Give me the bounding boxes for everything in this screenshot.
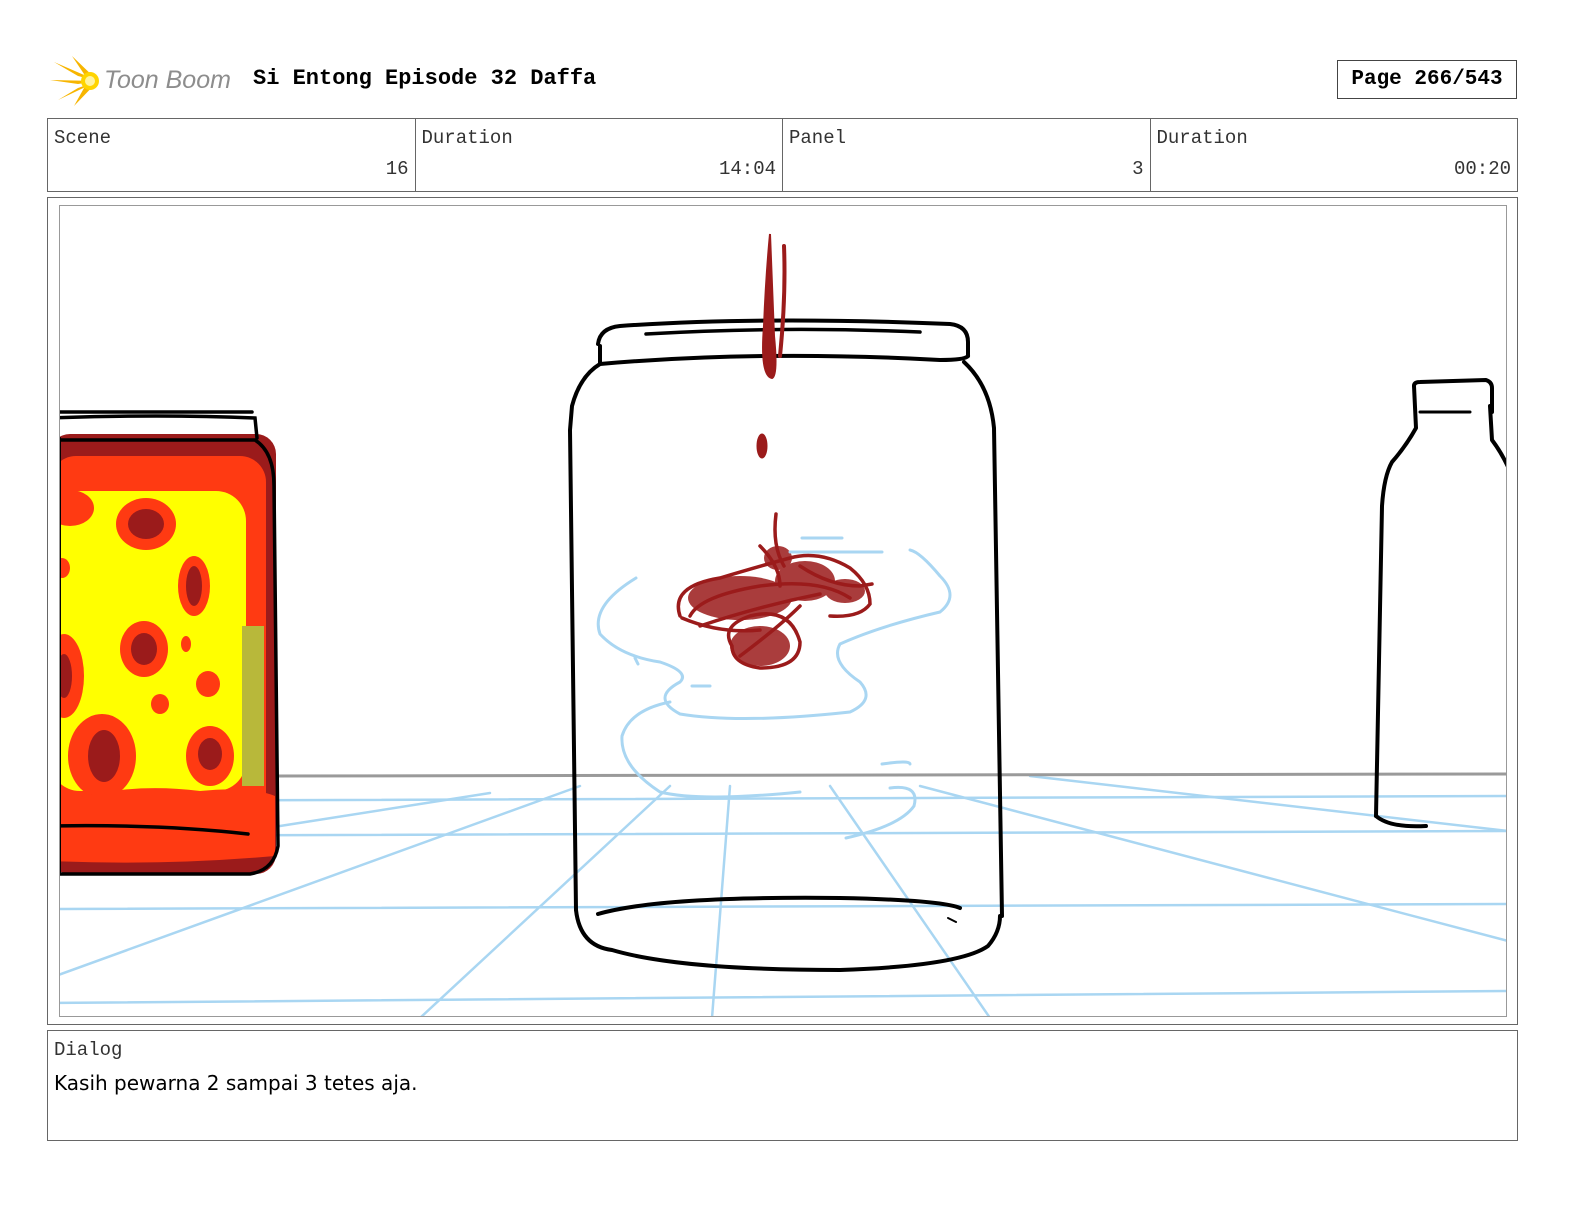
toon-boom-logo: Toon Boom <box>50 54 240 108</box>
red-drops <box>756 233 787 459</box>
document-title: Si Entong Episode 32 Daffa <box>253 66 597 91</box>
page-number: Page 266/543 <box>1337 60 1517 99</box>
panel-value: 3 <box>1132 158 1144 180</box>
dialog-box: Dialog Kasih pewarna 2 sampai 3 tetes aj… <box>47 1030 1518 1141</box>
logo-text: Toon Boom <box>104 66 231 94</box>
duration-label: Duration <box>421 127 513 149</box>
panel-cell: Panel 3 <box>783 119 1151 191</box>
dialog-text: Kasih pewarna 2 sampai 3 tetes aja. <box>54 1071 418 1095</box>
panel-sketch <box>60 233 1506 1016</box>
pickle-jar <box>60 410 280 876</box>
scene-label: Scene <box>54 127 112 149</box>
scene-cell: Scene 16 <box>48 119 416 191</box>
scene-value: 16 <box>385 158 409 180</box>
dialog-label: Dialog <box>54 1039 123 1061</box>
duration-value: 14:04 <box>718 158 776 180</box>
panel-duration-label: Duration <box>1156 127 1248 149</box>
storyboard-panel <box>59 205 1507 1017</box>
starburst-icon <box>50 56 99 106</box>
table-edge <box>269 772 1506 778</box>
panel-duration-value: 00:20 <box>1453 158 1511 180</box>
panel-label: Panel <box>789 127 847 149</box>
scene-info-table: Scene 16 Duration 14:04 Panel 3 Duration… <box>47 118 1518 192</box>
panel-duration-cell: Duration 00:20 <box>1151 119 1518 191</box>
glass-bottle <box>1374 378 1506 829</box>
duration-cell: Duration 14:04 <box>416 119 783 191</box>
